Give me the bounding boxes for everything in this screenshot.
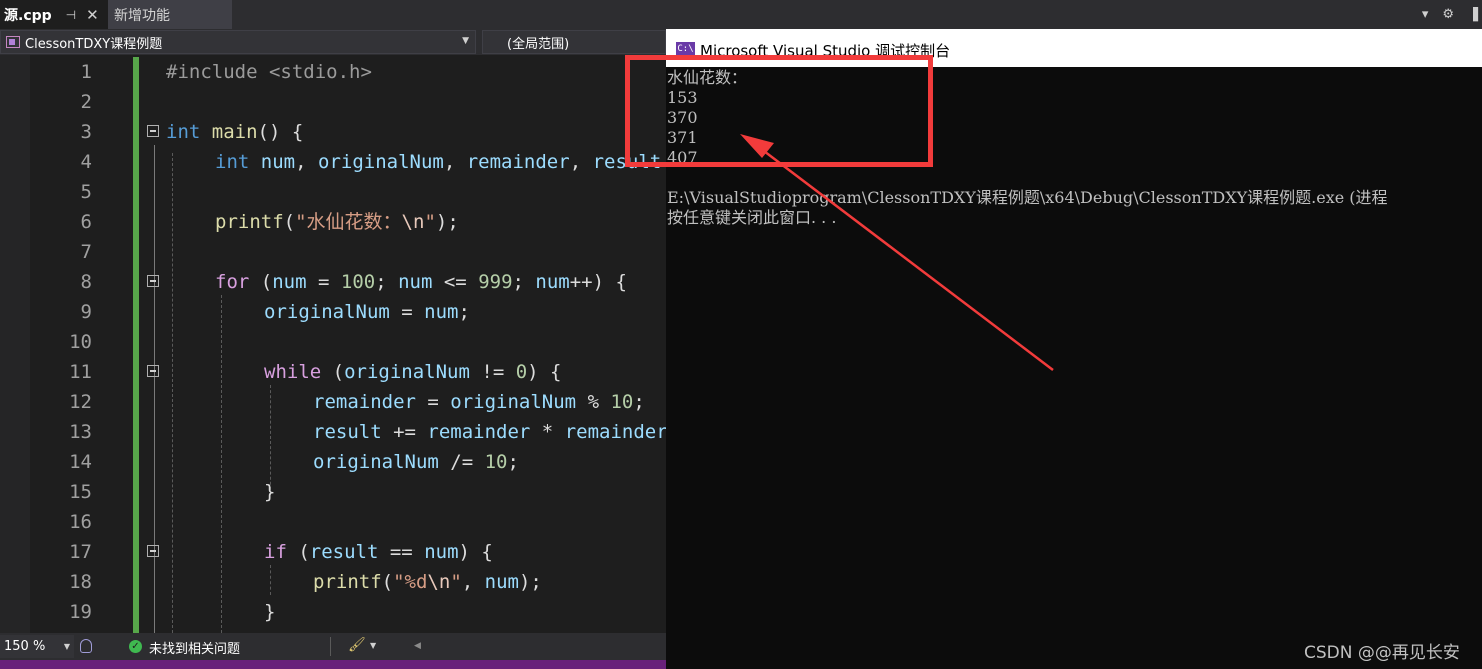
- line-number: 19: [69, 601, 92, 623]
- line-number: 16: [69, 511, 92, 533]
- code-line: 9 originalNum = num;: [0, 297, 666, 327]
- line-number: 5: [80, 181, 92, 203]
- project-dropdown[interactable]: ClessonTDXY课程例题 ▼: [0, 30, 476, 54]
- project-name: ClessonTDXY课程例题: [25, 36, 163, 52]
- line-number: 18: [69, 571, 92, 593]
- code-line: 11 while (originalNum != 0) {: [0, 357, 666, 387]
- code-text: printf("水仙花数：\n");: [215, 211, 459, 233]
- code-text: if (result == num) {: [264, 541, 493, 563]
- tab-source-cpp[interactable]: 源.cpp ⊣ ✕: [0, 0, 108, 29]
- collapse-icon[interactable]: [147, 545, 159, 557]
- highlight-rectangle: [625, 55, 933, 167]
- close-prompt: 按任意键关闭此窗口. . .: [667, 208, 837, 227]
- collapse-icon[interactable]: [147, 125, 159, 137]
- collapse-icon[interactable]: [147, 275, 159, 287]
- tab-new-features[interactable]: 新增功能: [108, 0, 232, 29]
- tab-label: 源.cpp: [4, 7, 52, 24]
- line-number: 17: [69, 541, 92, 563]
- scroll-left-icon[interactable]: ◀: [414, 641, 421, 651]
- code-line: 2: [0, 87, 666, 117]
- code-text: originalNum = num;: [264, 301, 470, 323]
- tab-list-dropdown-icon[interactable]: ▾: [1422, 7, 1429, 22]
- zoom-dropdown[interactable]: 150 % ▼: [0, 635, 74, 658]
- truncated-panel-icon: ▐: [1468, 7, 1478, 22]
- line-number: 9: [80, 301, 92, 323]
- pin-icon[interactable]: ⊣: [66, 8, 76, 22]
- code-line: 14 originalNum /= 10;: [0, 447, 666, 477]
- code-text: remainder = originalNum % 10;: [313, 391, 645, 413]
- line-number: 2: [80, 91, 92, 113]
- code-line: 13 result += remainder * remainder * rem…: [0, 417, 666, 447]
- collapse-icon[interactable]: [147, 365, 159, 377]
- code-text: printf("%d\n", num);: [313, 571, 542, 593]
- code-line: 8 for (num = 100; num <= 999; num++) {: [0, 267, 666, 297]
- line-number: 3: [80, 121, 92, 143]
- chevron-down-icon: ▼: [462, 36, 469, 46]
- line-number: 6: [80, 211, 92, 233]
- check-icon: ✓: [129, 640, 142, 653]
- code-editor[interactable]: 1 #include <stdio.h> 2 3 int main() { 4 …: [0, 55, 666, 633]
- line-number: 4: [80, 151, 92, 173]
- code-line: 15 }: [0, 477, 666, 507]
- chevron-down-icon: ▼: [63, 642, 70, 651]
- code-line: 10: [0, 327, 666, 357]
- line-number: 15: [69, 481, 92, 503]
- tab-strip-controls: ▾ ⚙ ▐: [1422, 0, 1482, 29]
- project-icon: [6, 36, 20, 48]
- line-number: 12: [69, 391, 92, 413]
- divider: [330, 637, 331, 656]
- line-number: 13: [69, 421, 92, 443]
- zoom-level: 150 %: [4, 639, 46, 654]
- close-icon[interactable]: ✕: [86, 6, 99, 24]
- line-number: 14: [69, 451, 92, 473]
- code-text: int main() {: [166, 121, 304, 143]
- code-line: 5: [0, 177, 666, 207]
- code-text: while (originalNum != 0) {: [264, 361, 562, 383]
- line-number: 11: [69, 361, 92, 383]
- line-number: 7: [80, 241, 92, 263]
- intellicode-icon[interactable]: [80, 639, 92, 653]
- line-number: 8: [80, 271, 92, 293]
- code-line: 16: [0, 507, 666, 537]
- code-line: 1 #include <stdio.h>: [0, 57, 666, 87]
- scope-label: (全局范围): [507, 36, 570, 52]
- code-line: 7: [0, 237, 666, 267]
- navigation-bar: ClessonTDXY课程例题 ▼ (全局范围): [0, 29, 666, 55]
- line-number: 1: [80, 61, 92, 83]
- code-text: for (num = 100; num <= 999; num++) {: [215, 271, 627, 293]
- code-text: int num, originalNum, remainder, result …: [215, 151, 662, 173]
- code-cleanup-icon[interactable]: 🖌: [348, 637, 366, 653]
- watermark: CSDN @@再见长安: [1304, 643, 1460, 663]
- exit-message: E:\VisualStudioprogram\ClessonTDXY课程例题\x…: [667, 188, 1388, 207]
- code-line: 4 int num, originalNum, remainder, resul…: [0, 147, 666, 177]
- code-line: 17 if (result == num) {: [0, 537, 666, 567]
- accent-strip: [0, 660, 666, 669]
- code-line: 18 printf("%d\n", num);: [0, 567, 666, 597]
- tab-label: 新增功能: [114, 7, 170, 24]
- chevron-down-icon[interactable]: ▼: [370, 641, 376, 650]
- code-line: 12 remainder = originalNum % 10;: [0, 387, 666, 417]
- scope-dropdown[interactable]: (全局范围): [482, 30, 666, 54]
- code-text: originalNum /= 10;: [313, 451, 519, 473]
- code-line: 3 int main() {: [0, 117, 666, 147]
- document-tab-strip: 源.cpp ⊣ ✕ 新增功能 ▾ ⚙ ▐: [0, 0, 1482, 29]
- editor-status-bar: 150 % ▼ ✓ 未找到相关问题 🖌 ▼ ◀: [0, 633, 666, 660]
- code-line: 6 printf("水仙花数：\n");: [0, 207, 666, 237]
- line-number: 10: [69, 331, 92, 353]
- code-line: 19 }: [0, 597, 666, 627]
- gear-icon[interactable]: ⚙: [1442, 7, 1454, 22]
- issues-status[interactable]: 未找到相关问题: [149, 638, 240, 657]
- code-text: }: [264, 481, 276, 503]
- code-text: }: [264, 601, 276, 623]
- code-text: #include <stdio.h>: [166, 61, 372, 83]
- code-text: result += remainder * remainder * remain…: [313, 421, 666, 443]
